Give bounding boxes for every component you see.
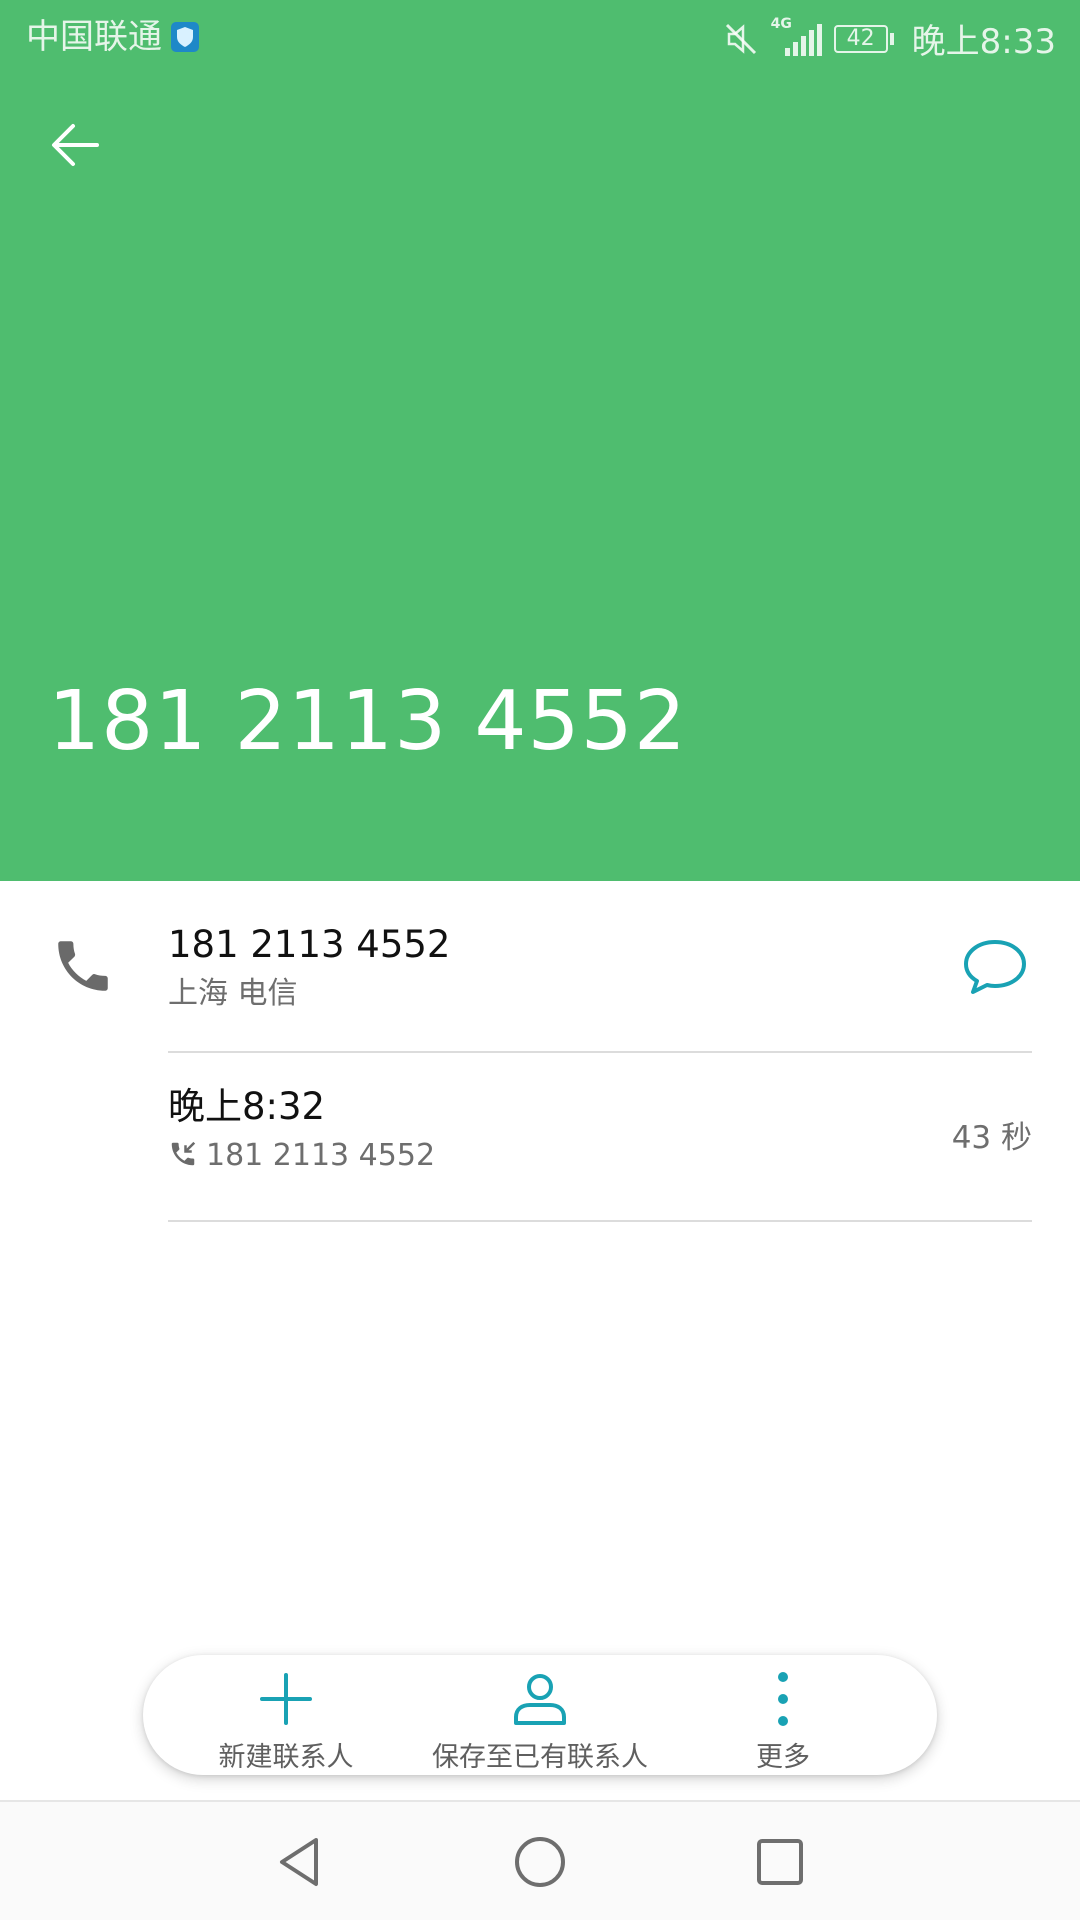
- phone-icon[interactable]: [50, 933, 116, 999]
- more-vertical-icon: [778, 1672, 788, 1726]
- contact-number[interactable]: 181 2113 4552: [168, 922, 450, 968]
- arrow-left-icon: [52, 124, 99, 166]
- new-contact-label: 新建联系人: [218, 1742, 354, 1773]
- action-bar: 新建联系人 保存至已有联系人 更多: [143, 1655, 937, 1775]
- battery-icon: 42: [833, 24, 894, 53]
- status-bar: 中国联通 4G 42 晚上8:33: [0, 0, 1080, 75]
- call-log-detail: 181 2113 4552: [168, 1136, 435, 1176]
- person-icon: [514, 1674, 566, 1725]
- save-to-existing-label: 保存至已有联系人: [432, 1742, 648, 1773]
- message-button[interactable]: [960, 932, 1030, 1002]
- nav-back-button[interactable]: [270, 1832, 330, 1892]
- mute-icon: [725, 23, 756, 54]
- battery-level: 42: [846, 26, 875, 51]
- nav-home-button[interactable]: [510, 1832, 570, 1892]
- call-log-number: 181 2113 4552: [206, 1138, 436, 1173]
- contact-header: 中国联通 4G 42 晚上8:33 181 2113 4552: [0, 0, 1080, 881]
- divider: [168, 1220, 1032, 1222]
- save-to-existing-button[interactable]: 保存至已有联系人: [410, 1667, 670, 1774]
- triangle-back-icon: [280, 1838, 318, 1886]
- header-phone-number: 181 2113 4552: [48, 674, 688, 769]
- plus-icon: [260, 1673, 312, 1725]
- signal-icon: 4G: [771, 16, 822, 56]
- call-duration: 43 秒: [951, 1120, 1032, 1156]
- message-icon: [964, 940, 1026, 994]
- square-recents-icon: [757, 1839, 803, 1885]
- more-label: 更多: [756, 1742, 810, 1773]
- status-time: 晚上8:33: [911, 22, 1056, 62]
- navigation-bar: [0, 1800, 1080, 1920]
- more-button[interactable]: 更多: [703, 1667, 863, 1774]
- divider: [168, 1051, 1032, 1053]
- carrier-info: 中国联通: [26, 16, 200, 58]
- number-location: 上海 电信: [168, 976, 298, 1011]
- status-indicators: 4G 42 晚上8:33: [723, 14, 1056, 63]
- call-log-time: 晚上8:32: [168, 1085, 326, 1128]
- back-button[interactable]: [40, 110, 110, 180]
- new-contact-button[interactable]: 新建联系人: [196, 1667, 376, 1774]
- network-type: 4G: [770, 15, 792, 32]
- circle-home-icon: [515, 1837, 565, 1887]
- carrier-name: 中国联通: [26, 17, 162, 57]
- shield-icon: [170, 21, 200, 53]
- nav-recents-button[interactable]: [750, 1832, 810, 1892]
- incoming-call-icon: [168, 1139, 198, 1169]
